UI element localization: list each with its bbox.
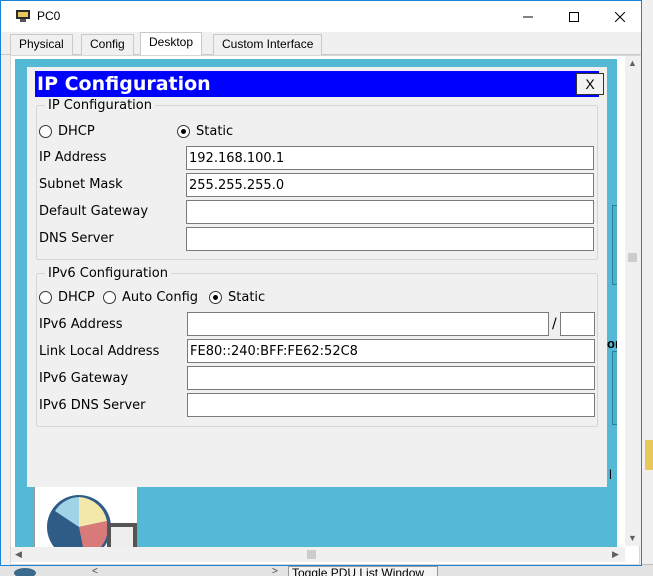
- link-local-address-label: Link Local Address: [39, 344, 160, 359]
- radio-checked-icon: [177, 125, 190, 138]
- dns-server-input[interactable]: [186, 227, 594, 251]
- tab-physical[interactable]: Physical: [10, 34, 73, 55]
- tab-custom-interface[interactable]: Custom Interface: [213, 34, 323, 55]
- ipv6-prefix-input[interactable]: [560, 312, 595, 336]
- ipv4-static-radio[interactable]: Static: [177, 124, 233, 139]
- minimize-icon: [523, 16, 533, 17]
- ipv6-dns-server-input[interactable]: [187, 393, 595, 417]
- ipv6-static-label: Static: [228, 290, 266, 305]
- radio-unchecked-icon: [39, 291, 52, 304]
- ipv6-group: IPv6 Configuration DHCP Auto Config Stat…: [36, 266, 598, 427]
- ipv4-group-label: IP Configuration: [45, 98, 155, 113]
- ipv6-auto-config-radio[interactable]: Auto Config: [103, 290, 198, 305]
- background-arrow-icon: <: [92, 566, 98, 576]
- default-gateway-label: Default Gateway: [39, 204, 149, 219]
- ipv4-dhcp-label: DHCP: [58, 124, 95, 139]
- pc0-window: PC0 Physical Config Desktop Custom Inter…: [0, 0, 642, 566]
- desktop-label-fragment: or: [607, 336, 617, 351]
- ip-configuration-header: IP Configuration X: [35, 71, 604, 97]
- pc-desktop-icon: [47, 495, 137, 550]
- ipv6-gateway-input[interactable]: [187, 366, 595, 390]
- scroll-down-icon[interactable]: ▼: [625, 531, 640, 546]
- ipv6-group-label: IPv6 Configuration: [45, 266, 171, 281]
- ipv6-dns-server-label: IPv6 DNS Server: [39, 398, 146, 413]
- background-device-fragment: [645, 440, 653, 470]
- ipv6-dhcp-radio[interactable]: DHCP: [39, 290, 95, 305]
- scroll-up-icon[interactable]: ▲: [625, 56, 640, 71]
- close-icon: [615, 11, 625, 22]
- vertical-scrollbar[interactable]: ▲ ▼: [625, 56, 640, 546]
- scroll-right-icon[interactable]: ▶: [608, 547, 623, 562]
- ip-configuration-title: IP Configuration: [37, 73, 211, 95]
- subnet-mask-input[interactable]: 255.255.255.0: [186, 173, 594, 197]
- ipv6-address-input[interactable]: [187, 312, 549, 336]
- maximize-icon: [569, 11, 579, 22]
- radio-checked-icon: [209, 291, 222, 304]
- ipv6-dhcp-label: DHCP: [58, 290, 95, 305]
- ip-configuration-panel: IP Configuration X IP Configuration DHCP…: [27, 67, 607, 487]
- ipv6-static-radio[interactable]: Static: [209, 290, 265, 305]
- ipv6-gateway-label: IPv6 Gateway: [39, 371, 129, 386]
- default-gateway-input[interactable]: [186, 200, 594, 224]
- ipv4-group: IP Configuration DHCP Static IP Address …: [36, 98, 598, 260]
- title-bar[interactable]: PC0: [1, 1, 641, 32]
- radio-unchecked-icon: [39, 125, 52, 138]
- scroll-left-icon[interactable]: ◀: [11, 547, 26, 562]
- horizontal-scrollbar[interactable]: ◀ ▶: [11, 547, 625, 562]
- ipv6-address-label: IPv6 Address: [39, 317, 123, 332]
- ip-address-input[interactable]: 192.168.100.1: [186, 146, 594, 170]
- radio-unchecked-icon: [103, 291, 116, 304]
- background-arrow-icon: >: [272, 566, 278, 576]
- desktop-app-tile[interactable]: [612, 205, 617, 285]
- ipv4-static-label: Static: [196, 124, 234, 139]
- ipv4-dhcp-radio[interactable]: DHCP: [39, 124, 95, 139]
- desktop-app-tile[interactable]: [612, 351, 617, 425]
- dns-server-label: DNS Server: [39, 231, 114, 246]
- tab-desktop[interactable]: Desktop: [140, 32, 203, 56]
- background-toolbar-icon: [14, 568, 36, 576]
- tab-config[interactable]: Config: [81, 34, 134, 55]
- ip-configuration-close-button[interactable]: X: [576, 73, 604, 95]
- horizontal-scroll-thumb[interactable]: [307, 550, 316, 559]
- screen: < > Toggle PDU List Window PC0 Physical …: [0, 0, 653, 576]
- window-title: PC0: [37, 9, 61, 23]
- ip-address-label: IP Address: [39, 150, 107, 165]
- prefix-separator: /: [552, 316, 557, 332]
- desktop-label-fragment: l: [609, 467, 612, 482]
- subnet-mask-label: Subnet Mask: [39, 177, 123, 192]
- app-icon: [16, 10, 30, 22]
- background-app-edge: [641, 0, 653, 576]
- vertical-scroll-thumb[interactable]: [628, 253, 637, 262]
- tab-bar: Physical Config Desktop Custom Interface: [1, 32, 641, 56]
- link-local-address-input[interactable]: FE80::240:BFF:FE62:52C8: [187, 339, 595, 363]
- maximize-button[interactable]: [551, 1, 597, 32]
- minimize-button[interactable]: [505, 1, 551, 32]
- toggle-pdu-list-label: Toggle PDU List Window: [292, 566, 425, 576]
- ipv6-auto-config-label: Auto Config: [122, 290, 199, 305]
- close-button[interactable]: [597, 1, 643, 32]
